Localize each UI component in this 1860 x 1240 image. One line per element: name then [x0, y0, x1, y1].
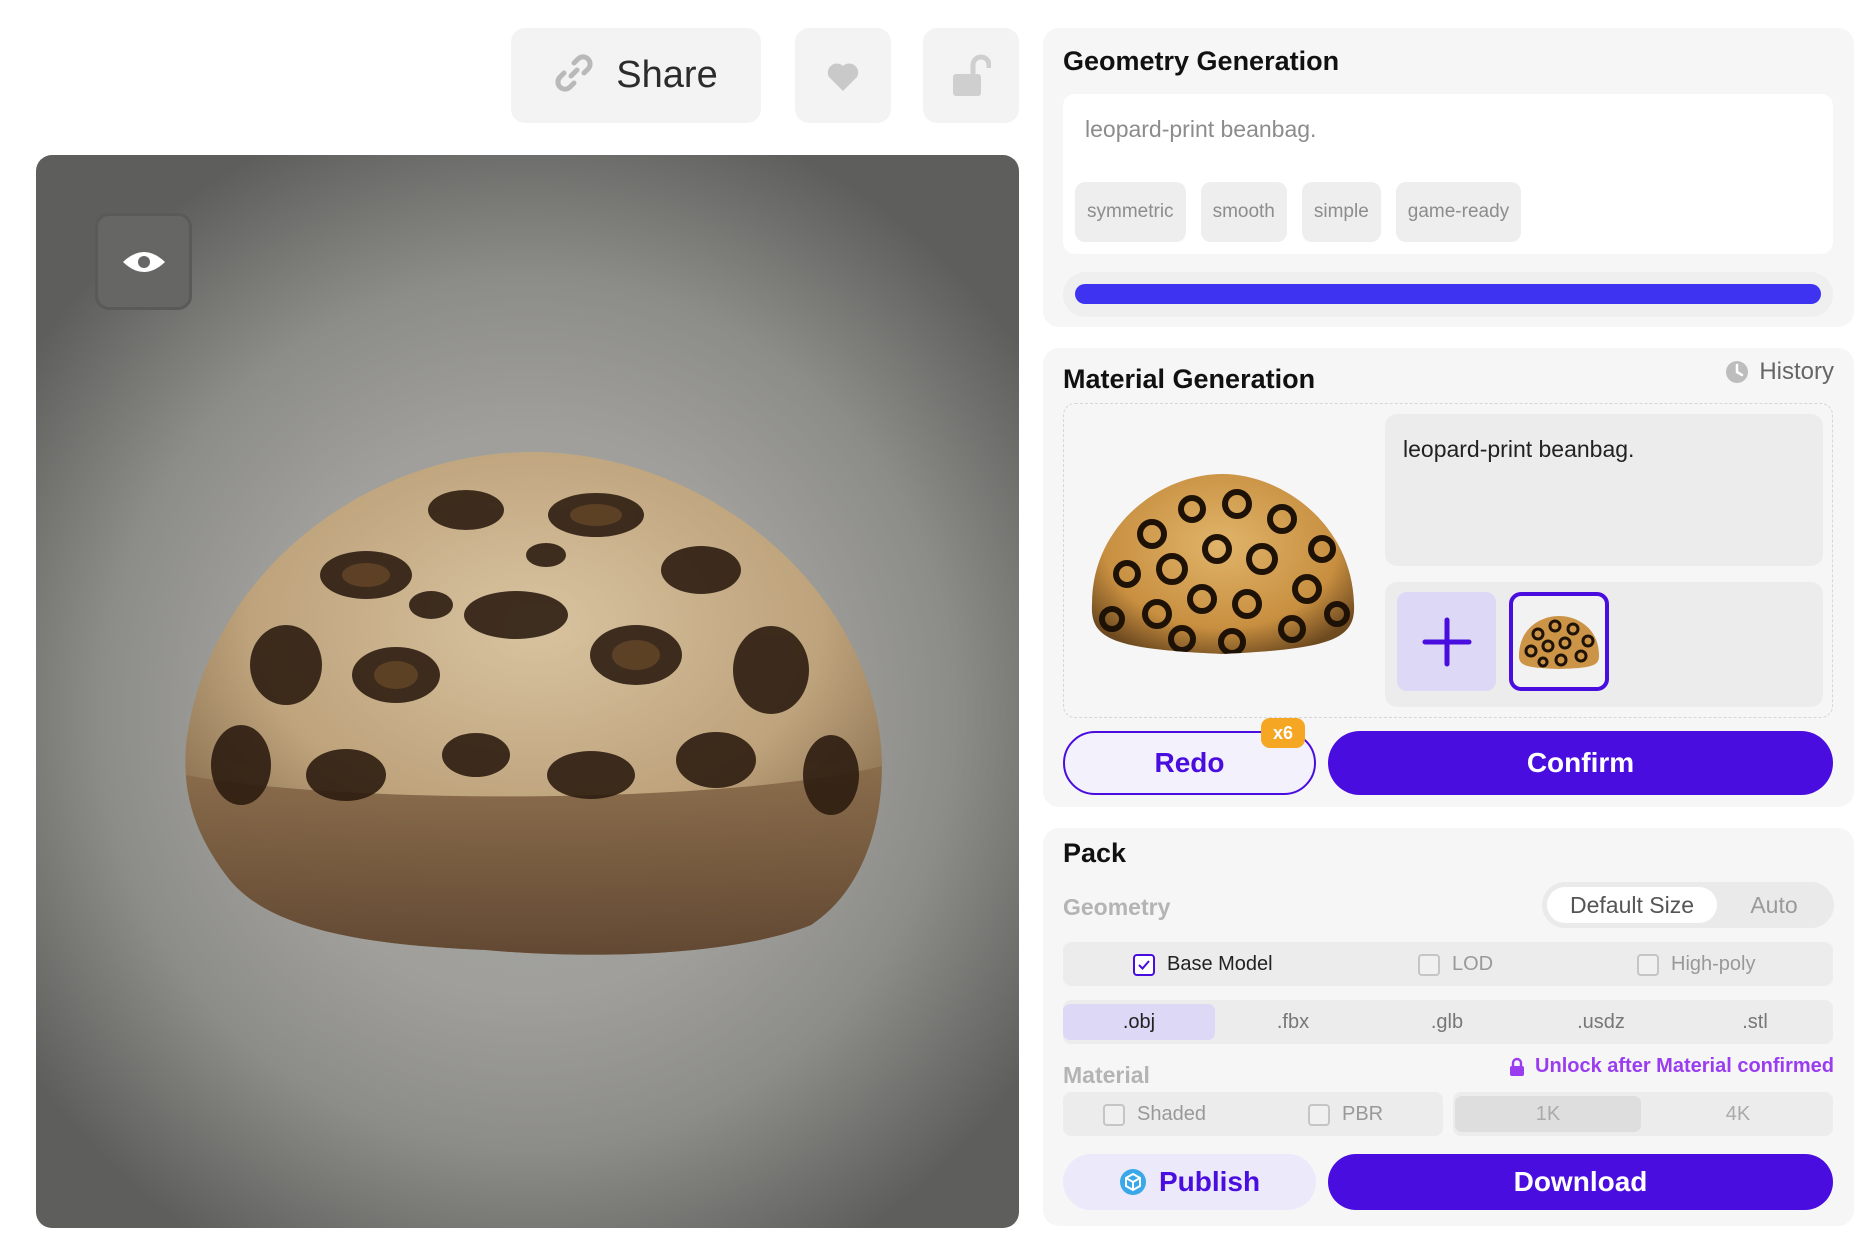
add-reference-button[interactable]	[1397, 592, 1496, 691]
geometry-title: Geometry Generation	[1063, 46, 1340, 76]
resolution-4k[interactable]: 4K	[1645, 1096, 1831, 1132]
material-panel: Material Generation History leopard-prin…	[1043, 348, 1854, 807]
pack-title: Pack	[1063, 838, 1127, 868]
geometry-panel: Geometry Generation leopard-print beanba…	[1043, 28, 1854, 327]
confirm-button[interactable]: Confirm	[1328, 731, 1833, 795]
geometry-prompt-text: leopard-print beanbag.	[1085, 116, 1317, 142]
share-label: Share	[616, 54, 718, 96]
geometry-section-label: Geometry	[1063, 894, 1171, 920]
visibility-lock-button[interactable]	[923, 28, 1019, 123]
resolution-row: 1K 4K	[1453, 1092, 1833, 1136]
clock-icon	[1726, 361, 1749, 383]
like-button[interactable]	[795, 28, 891, 123]
history-button[interactable]: History	[1725, 358, 1834, 386]
pbr-label: PBR	[1342, 1103, 1384, 1125]
tag-symmetric[interactable]: symmetric	[1075, 182, 1186, 242]
geometry-progress	[1063, 272, 1833, 317]
heart-icon	[827, 63, 859, 91]
base-model-checkbox[interactable]: Base Model	[1133, 953, 1273, 976]
resolution-1k[interactable]: 1K	[1455, 1096, 1641, 1132]
size-option-auto[interactable]: Auto	[1719, 887, 1829, 923]
format-fbx[interactable]: .fbx	[1217, 1004, 1369, 1040]
checkbox-unchecked	[1418, 953, 1440, 976]
link-icon	[554, 53, 594, 98]
cube-icon	[1119, 1169, 1146, 1195]
geometry-prompt-box[interactable]: leopard-print beanbag. symmetric smooth …	[1063, 94, 1833, 254]
material-options-row: Shaded PBR	[1063, 1092, 1443, 1136]
pack-panel: Pack Geometry Default Size Auto Base Mod…	[1043, 828, 1854, 1226]
publish-button[interactable]: Publish	[1063, 1154, 1316, 1210]
unlock-icon	[953, 54, 991, 96]
material-preview-image	[1091, 474, 1355, 654]
model-viewport[interactable]	[36, 155, 1019, 1228]
size-option-default[interactable]: Default Size	[1547, 887, 1717, 923]
shaded-label: Shaded	[1137, 1103, 1206, 1125]
format-obj[interactable]: .obj	[1063, 1004, 1215, 1040]
material-workspace: leopard-print beanbag.	[1063, 403, 1833, 718]
checkbox-unchecked	[1308, 1103, 1330, 1126]
selected-reference-thumbnail[interactable]	[1509, 592, 1609, 691]
material-section-label: Material	[1063, 1062, 1150, 1088]
checkbox-checked	[1133, 953, 1155, 976]
model-options-row: Base Model LOD High-poly	[1063, 942, 1833, 986]
tag-simple[interactable]: simple	[1301, 182, 1381, 242]
model-render	[185, 451, 882, 955]
lod-checkbox[interactable]: LOD	[1418, 953, 1493, 976]
unlock-note: Unlock after Material confirmed	[1509, 1055, 1834, 1078]
format-usdz[interactable]: .usdz	[1525, 1004, 1677, 1040]
size-toggle: Default Size Auto	[1542, 882, 1834, 928]
lod-label: LOD	[1452, 953, 1494, 975]
high-poly-label: High-poly	[1671, 953, 1756, 975]
format-row: .obj .fbx .glb .usdz .stl	[1063, 1000, 1833, 1044]
download-button[interactable]: Download	[1328, 1154, 1833, 1210]
base-model-label: Base Model	[1167, 953, 1273, 975]
reference-thumbnails	[1385, 582, 1823, 707]
share-button[interactable]: Share	[511, 28, 761, 123]
tag-list: symmetric smooth simple game-ready	[1075, 182, 1522, 242]
tag-game-ready[interactable]: game-ready	[1395, 182, 1522, 242]
checkbox-unchecked	[1637, 953, 1659, 976]
shaded-checkbox[interactable]: Shaded	[1103, 1103, 1206, 1126]
pbr-checkbox[interactable]: PBR	[1308, 1103, 1383, 1126]
material-prompt-box[interactable]: leopard-print beanbag.	[1385, 414, 1823, 566]
reference-thumbnail-image	[1519, 616, 1599, 669]
format-glb[interactable]: .glb	[1371, 1004, 1523, 1040]
lock-icon	[1510, 1057, 1525, 1076]
plus-icon	[1422, 617, 1471, 666]
format-stl[interactable]: .stl	[1679, 1004, 1831, 1040]
redo-count-badge: x6	[1261, 718, 1305, 748]
check-icon	[1138, 959, 1150, 970]
material-prompt-text: leopard-print beanbag.	[1403, 436, 1635, 462]
material-title: Material Generation	[1063, 364, 1316, 394]
history-label: History	[1759, 358, 1834, 385]
tag-smooth[interactable]: smooth	[1200, 182, 1287, 242]
high-poly-checkbox[interactable]: High-poly	[1637, 953, 1755, 976]
checkbox-unchecked	[1103, 1103, 1125, 1126]
unlock-note-text: Unlock after Material confirmed	[1535, 1055, 1834, 1077]
geometry-progress-fill	[1075, 284, 1821, 304]
publish-label: Publish	[1158, 1166, 1261, 1197]
